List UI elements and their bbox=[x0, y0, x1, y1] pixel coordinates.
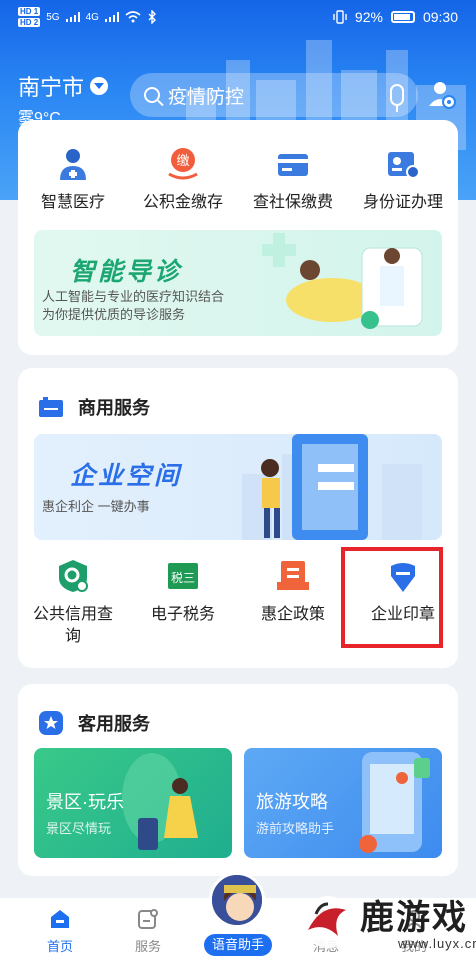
service-e-tax[interactable]: 税三 电子税务 bbox=[128, 558, 238, 648]
banner-line2: 为你提供优质的导诊服务 bbox=[42, 307, 186, 322]
service-label: 电子税务 bbox=[150, 606, 215, 623]
enterprise-space-banner[interactable]: 企业空间 惠企利企 一键办事 bbox=[34, 434, 442, 540]
search-icon bbox=[144, 87, 160, 103]
network2-label: 4G bbox=[85, 11, 99, 23]
battery-icon bbox=[390, 11, 415, 23]
search-bar[interactable]: 疫情防控 bbox=[130, 73, 418, 117]
vibrate-icon bbox=[333, 10, 347, 24]
credit-search-icon bbox=[59, 560, 88, 592]
phone-map-illustration bbox=[359, 752, 430, 853]
tile-sub: 景区尽情玩 bbox=[46, 821, 112, 836]
section-header: 客用服务 bbox=[38, 710, 150, 736]
service-label: 查社保缴费 bbox=[252, 194, 333, 211]
nav-label: 服务 bbox=[134, 939, 161, 954]
wifi-icon bbox=[125, 11, 141, 23]
service-label: 智慧医疗 bbox=[40, 194, 105, 211]
banner-line1: 人工智能与专业的医疗知识结合 bbox=[42, 289, 225, 304]
signal-icon bbox=[65, 12, 80, 22]
service-label: 惠企政策 bbox=[260, 606, 325, 623]
policy-icon bbox=[277, 561, 309, 590]
user-settings-icon[interactable] bbox=[428, 80, 456, 110]
home-icon bbox=[51, 910, 69, 928]
microphone-icon[interactable] bbox=[390, 84, 404, 112]
service-credit-query[interactable]: 公共信用查询 bbox=[18, 558, 128, 648]
sim2-label: HD 2 bbox=[18, 18, 41, 27]
nav-voice-assistant[interactable]: 语音助手 bbox=[204, 934, 272, 956]
nav-services[interactable]: 服务 bbox=[118, 908, 178, 955]
services-icon bbox=[138, 909, 158, 929]
quick-services-grid: 智慧医疗 缴 公积金缴存 查社保缴费 身份证办理 bbox=[18, 146, 458, 214]
sim-indicator: HD 1 HD 2 bbox=[18, 6, 41, 28]
tile-sub: 游前攻略助手 bbox=[256, 821, 335, 836]
tile-title: 景区·玩乐 bbox=[46, 792, 124, 812]
svg-text:税三: 税三 bbox=[171, 571, 195, 585]
id-card-icon bbox=[388, 152, 420, 179]
service-id-card[interactable]: 身份证办理 bbox=[348, 146, 458, 214]
smart-guide-banner[interactable]: 智能导诊 人工智能与专业的医疗知识结合 为你提供优质的导诊服务 bbox=[34, 230, 442, 336]
medical-illustration bbox=[262, 233, 423, 329]
svg-text:缴: 缴 bbox=[176, 154, 189, 169]
banner-sub: 惠企利企 一键办事 bbox=[42, 499, 150, 514]
fund-deposit-icon: 缴 bbox=[168, 148, 198, 180]
section-title: 客用服务 bbox=[78, 714, 150, 734]
nav-home[interactable]: 首页 bbox=[30, 908, 90, 955]
bluetooth-icon bbox=[148, 10, 156, 24]
watermark: 鹿游戏 www.luyx.cn bbox=[298, 888, 476, 958]
chevron-down-icon[interactable] bbox=[90, 77, 109, 95]
service-label: 公积金缴存 bbox=[142, 194, 223, 211]
highlight-box bbox=[341, 547, 443, 648]
service-social-security[interactable]: 查社保缴费 bbox=[238, 146, 348, 214]
service-label: 身份证办理 bbox=[362, 194, 443, 211]
battery-percent: 92% bbox=[354, 9, 383, 25]
doctor-icon bbox=[60, 149, 86, 180]
scenic-play-tile[interactable]: 景区·玩乐 景区尽情玩 bbox=[34, 748, 232, 858]
banner-title: 企业空间 bbox=[70, 462, 183, 490]
section-title: 商用服务 bbox=[78, 398, 150, 418]
travel-guide-tile[interactable]: 旅游攻略 游前攻略助手 bbox=[244, 748, 442, 858]
signal-icon-2 bbox=[104, 12, 119, 22]
voice-assistant-avatar[interactable] bbox=[209, 872, 265, 928]
city-name[interactable]: 南宁市 bbox=[18, 70, 84, 102]
enterprise-illustration bbox=[242, 434, 422, 540]
nav-label: 首页 bbox=[46, 939, 73, 954]
search-placeholder[interactable]: 疫情防控 bbox=[168, 82, 244, 109]
service-label: 公共信用查询 bbox=[32, 606, 113, 645]
network1-label: 5G bbox=[46, 11, 60, 23]
tax-icon: 税三 bbox=[168, 563, 198, 589]
banner-title: 智能导诊 bbox=[70, 258, 183, 286]
watermark-url: www.luyx.cn bbox=[398, 936, 476, 951]
service-policy[interactable]: 惠企政策 bbox=[238, 558, 348, 648]
guest-services-card: 客用服务 景区·玩乐 景区尽情玩 旅游攻略 游前攻略助手 bbox=[18, 684, 458, 876]
watermark-text: 鹿游戏 bbox=[360, 898, 468, 938]
quick-services-card: 智慧医疗 缴 公积金缴存 查社保缴费 身份证办理 智能导诊 人工智能与专业的医疗… bbox=[18, 120, 458, 355]
section-header: 商用服务 bbox=[38, 394, 150, 420]
sim1-label: HD 1 bbox=[18, 7, 41, 16]
status-bar: HD 1 HD 2 5G 4G 92% 09:30 bbox=[0, 0, 476, 34]
clock: 09:30 bbox=[422, 9, 458, 25]
service-fund-deposit[interactable]: 缴 公积金缴存 bbox=[128, 146, 238, 214]
star-badge-icon bbox=[39, 711, 63, 735]
tile-title: 旅游攻略 bbox=[256, 792, 328, 812]
social-security-card-icon bbox=[278, 154, 308, 176]
watermark-logo-icon bbox=[302, 896, 354, 948]
service-smart-medical[interactable]: 智慧医疗 bbox=[18, 146, 128, 214]
business-icon bbox=[39, 397, 63, 417]
